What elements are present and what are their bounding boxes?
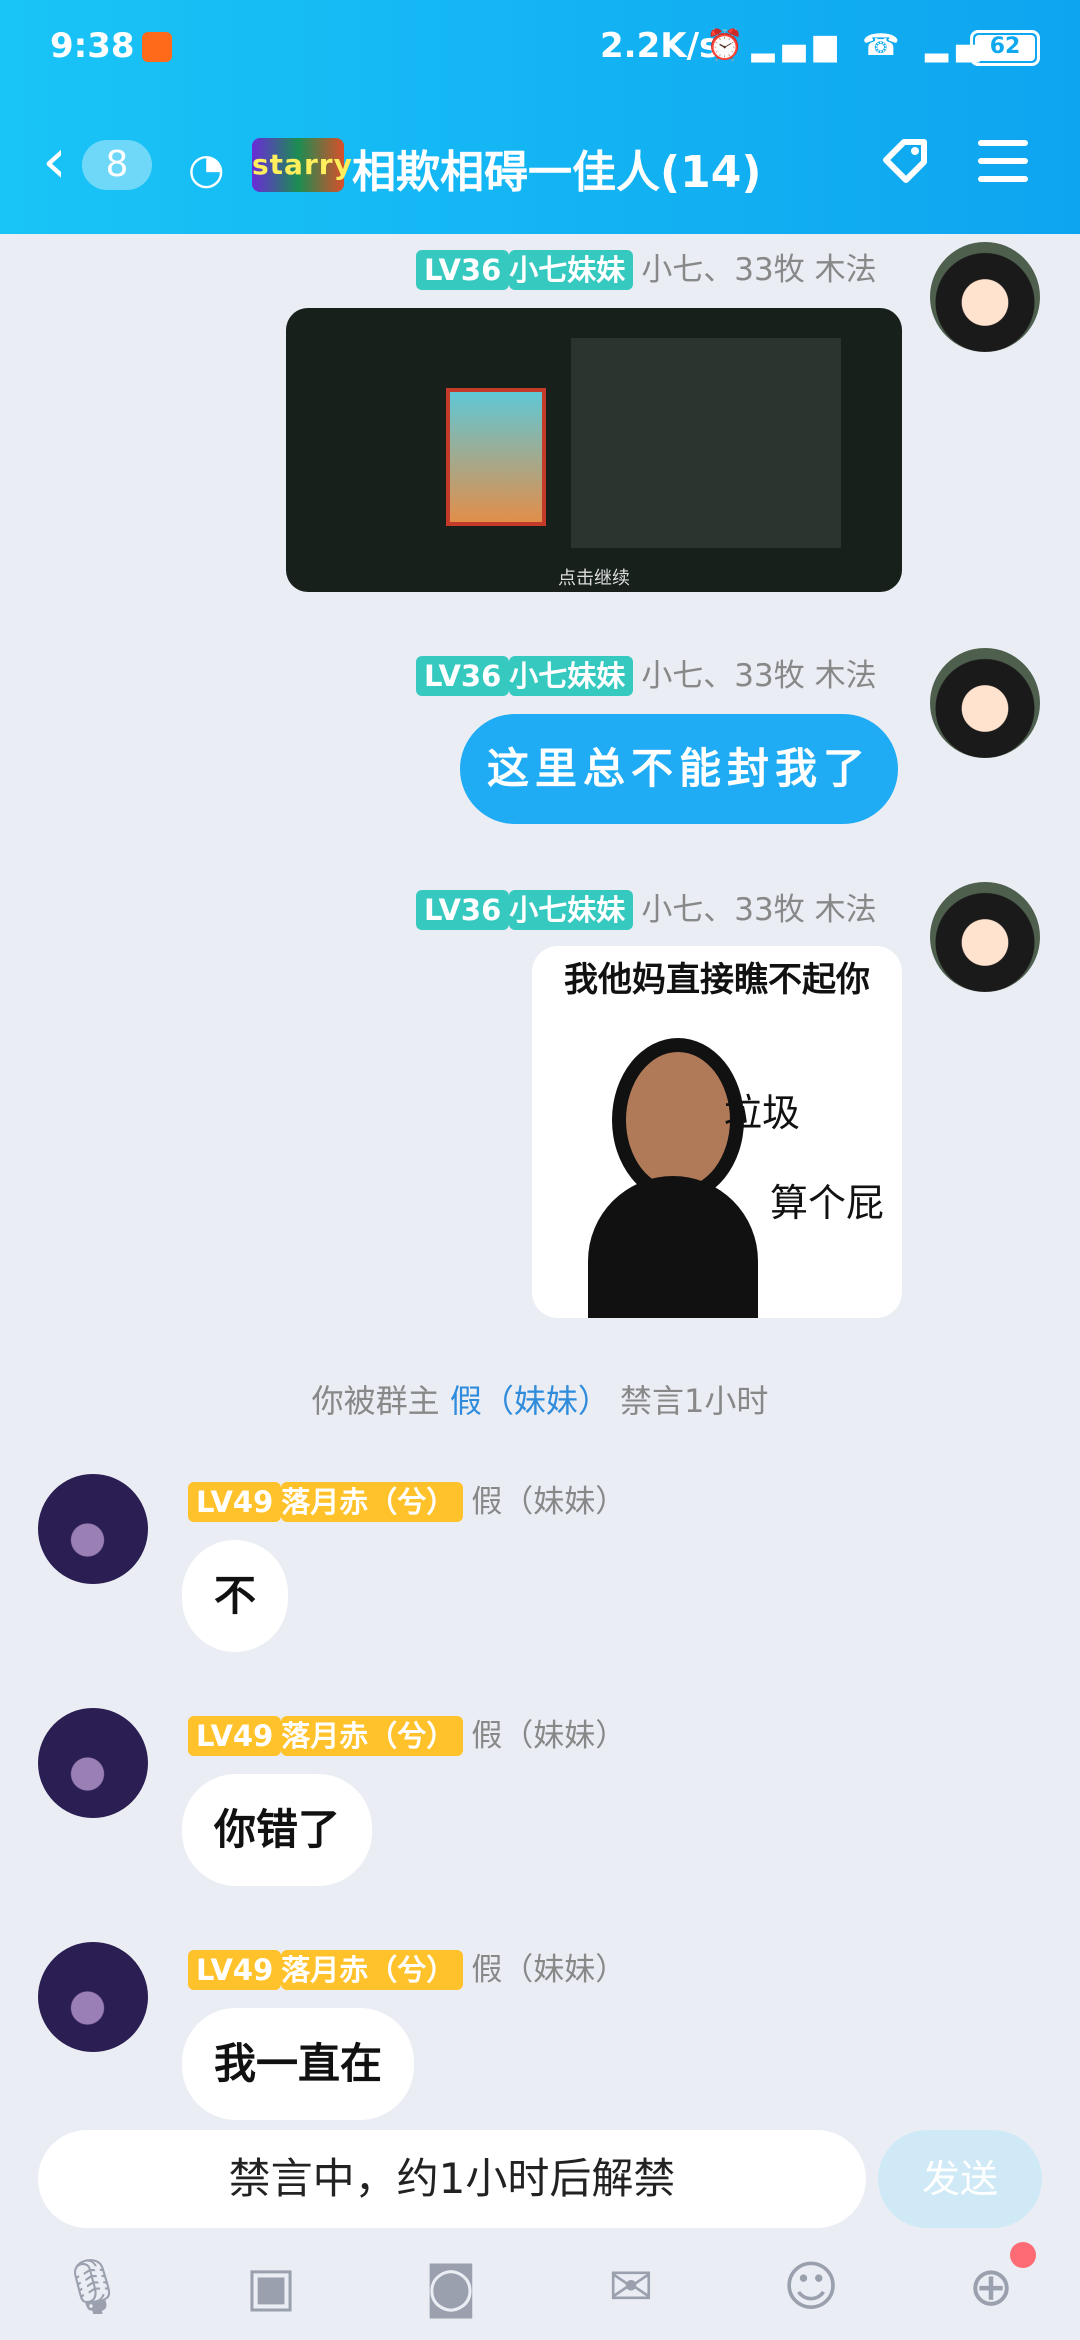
sender-meta: 假（妹妹） <box>471 1484 627 1520</box>
notice-prefix: 你被群主 <box>311 1382 440 1420</box>
sticker-message[interactable]: 我他妈直接瞧不起你 垃圾 算个屁 <box>532 946 902 1318</box>
message-bubble[interactable]: 你错了 <box>182 1774 373 1886</box>
tag-icon[interactable] <box>876 132 936 192</box>
image-footer-text: 点击继续 <box>558 568 630 589</box>
status-bar: 9:38 2.2K/s ⏰▂▄▆ ☎ ▂▄ ◠ 62 <box>0 18 1080 78</box>
sender-name: 落月赤（兮） <box>281 1950 464 1990</box>
avatar[interactable] <box>930 882 1040 992</box>
status-time: 9:38 <box>50 26 135 66</box>
sender-label: LV49 落月赤（兮） 假（妹妹） <box>188 1944 626 1990</box>
network-speed: 2.2K/s <box>600 26 720 66</box>
sender-meta: 假（妹妹） <box>471 1952 627 1988</box>
ear-icon[interactable]: ◔ <box>188 144 225 193</box>
avatar[interactable] <box>38 1474 148 1584</box>
sender-name: 小七妹妹 <box>509 656 634 696</box>
upgrade-panel-image <box>571 338 841 548</box>
sender-name: 小七妹妹 <box>509 250 634 290</box>
hero-card-image <box>446 388 546 526</box>
message-bubble[interactable]: 我一直在 <box>182 2008 415 2120</box>
sticker-text-2: 算个屁 <box>770 1181 885 1225</box>
muted-input-field[interactable]: 禁言中，约1小时后解禁 <box>38 2130 866 2228</box>
level-badge: LV49 <box>188 1716 282 1756</box>
sticker-text-1: 垃圾 <box>724 1091 801 1135</box>
message-bubble[interactable]: 不 <box>182 1540 289 1652</box>
level-badge: LV36 <box>416 656 510 696</box>
image-message[interactable]: 点击继续 <box>286 308 902 592</box>
group-title[interactable]: 相欺相碍一佳人(14) <box>352 136 761 200</box>
sender-label: LV49 落月赤（兮） 假（妹妹） <box>188 1710 626 1756</box>
unread-count-badge[interactable]: 8 <box>82 140 152 190</box>
sender-label: LV36 小七妹妹 小七、33牧 木法 <box>416 650 877 696</box>
group-badge: starry <box>252 138 352 192</box>
avatar[interactable] <box>38 1942 148 2052</box>
sender-meta: 小七、33牧 木法 <box>641 252 877 288</box>
camera-icon[interactable]: ◙ <box>418 2254 484 2320</box>
send-button[interactable]: 发送 <box>878 2130 1042 2228</box>
sticker-caption: 我他妈直接瞧不起你 <box>564 960 870 1000</box>
image-icon[interactable]: ▣ <box>238 2254 304 2320</box>
menu-icon[interactable] <box>978 140 1028 194</box>
sender-label: LV36 小七妹妹 小七、33牧 木法 <box>416 244 877 290</box>
message-bubble[interactable]: 这里总不能封我了 <box>460 714 898 824</box>
microphone-icon[interactable]: 🎙 <box>58 2254 127 2320</box>
battery-icon: 62 <box>970 30 1040 66</box>
chat-header: ‹ 8 ◔ starry 相欺相碍一佳人(14) <box>0 118 1080 208</box>
sender-label: LV36 小七妹妹 小七、33牧 木法 <box>416 884 877 930</box>
emoji-icon[interactable]: ☺ <box>778 2254 844 2320</box>
top-bar: 9:38 2.2K/s ⏰▂▄▆ ☎ ▂▄ ◠ 62 ‹ 8 ◔ starry … <box>0 0 1080 234</box>
avatar[interactable] <box>38 1708 148 1818</box>
sender-name: 落月赤（兮） <box>281 1482 464 1522</box>
sender-label: LV49 落月赤（兮） 假（妹妹） <box>188 1476 626 1522</box>
sender-meta: 小七、33牧 木法 <box>641 658 877 694</box>
chevron-left-icon[interactable]: ‹ <box>42 130 67 192</box>
sender-name: 小七妹妹 <box>509 890 634 930</box>
sender-name: 落月赤（兮） <box>281 1716 464 1756</box>
avatar[interactable] <box>930 242 1040 352</box>
notification-dot <box>1010 2242 1036 2268</box>
sender-meta: 小七、33牧 木法 <box>641 892 877 928</box>
red-packet-icon[interactable]: ✉ <box>598 2254 664 2320</box>
avatar[interactable] <box>930 648 1040 758</box>
level-badge: LV49 <box>188 1482 282 1522</box>
app-notification-icon <box>142 32 172 62</box>
notice-name-link[interactable]: 假（妹妹） <box>450 1382 610 1420</box>
notice-suffix: 禁言1小时 <box>620 1382 769 1420</box>
level-badge: LV36 <box>416 250 510 290</box>
sticker-body <box>588 1176 758 1318</box>
sender-meta: 假（妹妹） <box>471 1718 627 1754</box>
battery-level: 62 <box>975 35 1035 61</box>
level-badge: LV49 <box>188 1950 282 1990</box>
system-notice: 你被群主 假（妹妹） 禁言1小时 <box>0 1376 1080 1422</box>
level-badge: LV36 <box>416 890 510 930</box>
